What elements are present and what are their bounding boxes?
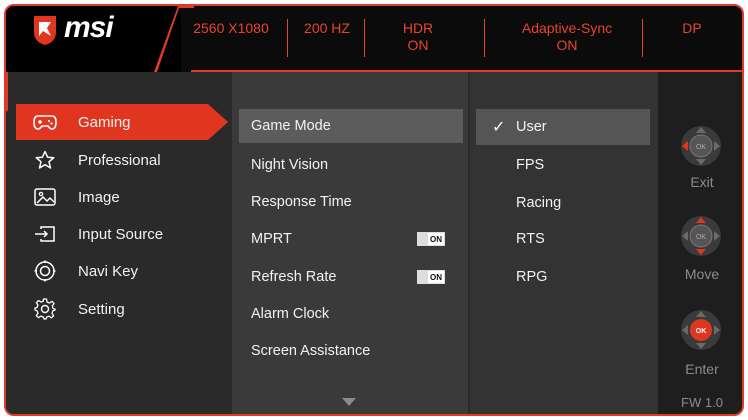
gamepad-icon <box>26 114 64 130</box>
option-label: Racing <box>516 195 562 211</box>
header-separator <box>364 19 365 57</box>
input-icon <box>26 225 64 243</box>
monitor-osd: msi 2560 X1080 200 HZ HDR ON Adaptive-Syn… <box>4 4 744 416</box>
option-label: RTS <box>516 231 545 247</box>
joystick-center-label: OK <box>696 144 706 151</box>
joystick-exit-icon: OK <box>681 126 721 166</box>
header-divider-shape <box>154 6 194 72</box>
nav-item-gaming[interactable]: Gaming <box>16 104 228 140</box>
joystick-enter-icon: OK <box>681 310 721 350</box>
nav-item-image[interactable]: Image <box>16 179 216 215</box>
nav-item-label: Navi Key <box>78 262 139 280</box>
toggle-state: ON <box>428 233 444 245</box>
toggle-knob <box>418 271 428 283</box>
header-separator <box>642 19 643 57</box>
header-separator <box>484 19 485 57</box>
option-user[interactable]: ✓ User <box>476 109 650 145</box>
nav-item-label: Gaming <box>78 113 131 131</box>
firmware-version: FW 1.0 <box>681 395 723 410</box>
submenu-item-label: Refresh Rate <box>251 269 337 285</box>
option-fps[interactable]: FPS <box>476 147 650 183</box>
submenu-item-mprt[interactable]: MPRT ON <box>239 222 463 256</box>
option-label: User <box>516 119 547 135</box>
submenu-item-label: Alarm Clock <box>251 306 330 322</box>
move-label: Move <box>684 266 720 282</box>
submenu-item-screen-assistance[interactable]: Screen Assistance <box>239 334 463 368</box>
submenu-item-label: MPRT <box>251 231 292 247</box>
status-bar: msi 2560 X1080 200 HZ HDR ON Adaptive-Syn… <box>6 6 742 72</box>
toggle-state: ON <box>428 271 444 283</box>
submenu-item-night-vision[interactable]: Night Vision <box>239 148 463 182</box>
gear-icon <box>26 298 64 320</box>
enter-label: Enter <box>685 361 719 377</box>
option-rts[interactable]: RTS <box>476 221 650 257</box>
star-icon <box>26 150 64 170</box>
refresh-rate-readout: 200 HZ <box>304 20 350 36</box>
resolution-readout: 2560 X1080 <box>193 20 269 36</box>
msi-dragon-shield-icon <box>34 16 56 45</box>
nav-item-setting[interactable]: Setting <box>16 291 216 327</box>
option-label: FPS <box>516 157 545 173</box>
option-rpg[interactable]: RPG <box>476 259 650 295</box>
nav-item-label: Setting <box>78 300 125 318</box>
refresh-rate-toggle[interactable]: ON <box>417 270 445 284</box>
options-panel: ✓ User FPS Racing RTS RPG <box>470 72 658 414</box>
submenu-item-game-mode[interactable]: Game Mode <box>239 109 463 143</box>
nav-item-professional[interactable]: Professional <box>16 142 216 178</box>
submenu-item-alarm-clock[interactable]: Alarm Clock <box>239 297 463 331</box>
checkmark-icon: ✓ <box>492 119 506 136</box>
navi-key-icon <box>26 260 64 282</box>
nav-item-label: Professional <box>78 151 161 169</box>
mprt-toggle[interactable]: ON <box>417 232 445 246</box>
submenu-panel: Game Mode Night Vision Response Time MPR… <box>232 72 468 414</box>
hdr-readout: HDR ON <box>402 20 434 53</box>
joystick-center-label: OK <box>696 234 706 241</box>
nav-item-label: Image <box>78 188 120 206</box>
nav-item-navi-key[interactable]: Navi Key <box>16 253 216 289</box>
toggle-knob <box>418 233 428 245</box>
option-label: RPG <box>516 269 548 285</box>
submenu-item-label: Response Time <box>251 194 352 210</box>
joystick-center-label: OK <box>696 328 707 335</box>
joystick-move-icon: OK <box>681 216 721 256</box>
submenu-item-label: Night Vision <box>251 157 329 173</box>
submenu-item-label: Game Mode <box>251 118 331 134</box>
submenu-item-response-time[interactable]: Response Time <box>239 185 463 219</box>
input-port-readout: DP <box>682 20 702 36</box>
option-racing[interactable]: Racing <box>476 185 650 221</box>
submenu-item-label: Screen Assistance <box>251 343 371 359</box>
adaptive-sync-readout: Adaptive-Sync ON <box>521 20 613 53</box>
nav-item-label: Input Source <box>78 225 164 243</box>
brand-name: msi <box>64 11 114 44</box>
header-separator <box>287 19 288 57</box>
scroll-down-icon[interactable] <box>342 398 356 406</box>
image-icon <box>26 188 64 206</box>
nav-item-input-source[interactable]: Input Source <box>16 216 216 252</box>
exit-label: Exit <box>690 174 714 190</box>
submenu-item-refresh-rate[interactable]: Refresh Rate ON <box>239 260 463 294</box>
control-hints: OK Exit OK Move OK Enter FW 1.0 <box>658 72 742 414</box>
